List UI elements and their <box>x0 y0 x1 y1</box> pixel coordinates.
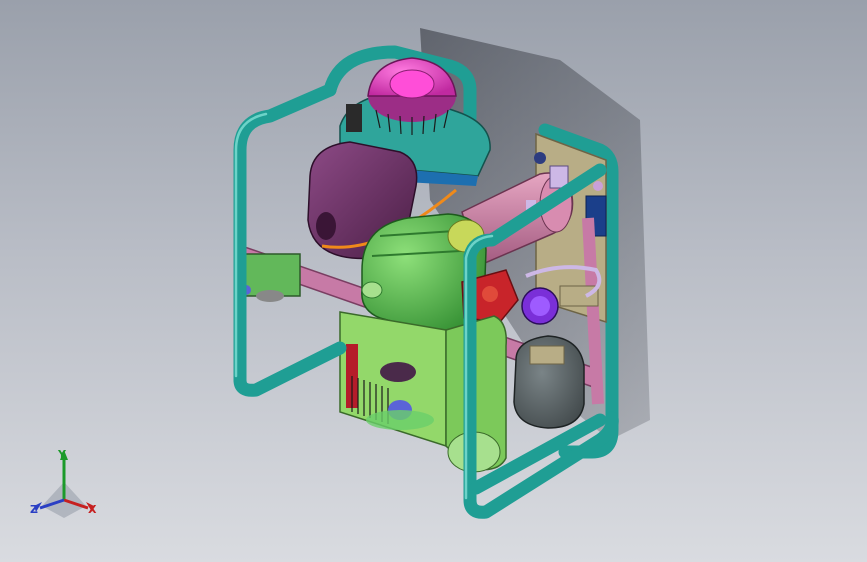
pump-body <box>339 311 507 473</box>
muffler <box>513 335 585 429</box>
triad-y-label: Y <box>58 448 66 461</box>
pump-3d-model[interactable] <box>0 0 867 562</box>
triad-z-label: Z <box>30 503 38 516</box>
left-mount <box>241 253 301 302</box>
graphics-viewport[interactable]: Y X Z <box>0 0 867 562</box>
triad-x-label: X <box>88 503 97 516</box>
axis-triad[interactable]: Y X Z <box>22 446 108 526</box>
